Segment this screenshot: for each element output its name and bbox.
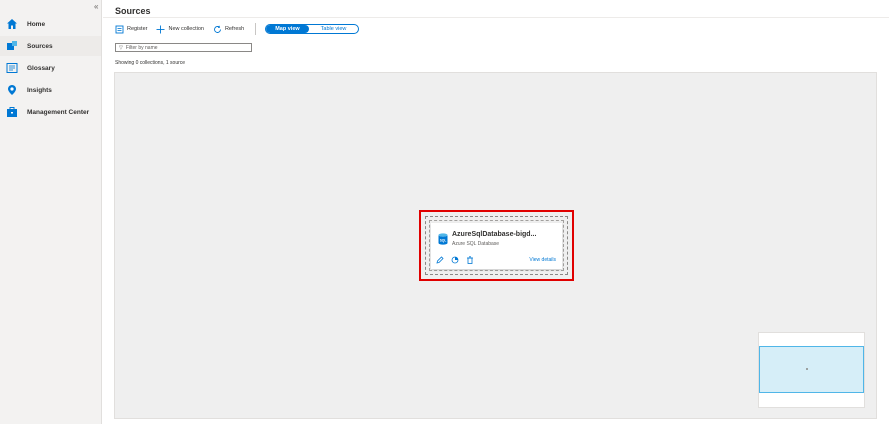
- sidebar-item-label: Insights: [27, 86, 52, 94]
- sidebar-item-sources[interactable]: Sources: [0, 36, 101, 56]
- refresh-button[interactable]: Refresh: [213, 25, 244, 34]
- map-canvas[interactable]: SQL AzureSqlDatabase-bigd... Azure SQL D…: [114, 72, 877, 419]
- toolbar-separator: [255, 23, 257, 35]
- table-view-button[interactable]: Table view: [309, 25, 359, 33]
- register-icon: [115, 25, 124, 34]
- scan-icon[interactable]: [451, 256, 459, 264]
- glossary-icon: [6, 62, 18, 74]
- register-button[interactable]: Register: [115, 25, 147, 34]
- highlight-box: SQL AzureSqlDatabase-bigd... Azure SQL D…: [419, 210, 574, 281]
- filter-placeholder: Filter by name: [125, 44, 158, 51]
- sidebar: « Home Sources Glossary Insights Managem…: [0, 0, 102, 424]
- sql-database-icon: SQL: [438, 232, 448, 245]
- filter-icon: ▽: [119, 44, 123, 51]
- map-view-button[interactable]: Map view: [266, 25, 309, 33]
- refresh-icon: [213, 25, 222, 34]
- sidebar-item-label: Sources: [27, 42, 53, 50]
- minimap[interactable]: [758, 332, 865, 408]
- source-card-actions: [436, 256, 481, 264]
- sidebar-item-glossary[interactable]: Glossary: [0, 58, 101, 78]
- source-card[interactable]: SQL AzureSqlDatabase-bigd... Azure SQL D…: [431, 223, 562, 269]
- results-count: Showing 0 collections, 1 source: [115, 60, 186, 66]
- insights-icon: [6, 84, 18, 96]
- title-divider: [103, 17, 889, 18]
- home-icon: [6, 18, 18, 30]
- minimap-source-marker: [806, 368, 808, 370]
- page-title: Sources: [115, 6, 151, 16]
- collection-boundary: SQL AzureSqlDatabase-bigd... Azure SQL D…: [425, 216, 568, 275]
- sidebar-item-label: Home: [27, 20, 46, 28]
- source-card-subtitle: Azure SQL Database: [452, 241, 500, 247]
- edit-icon[interactable]: [436, 256, 444, 264]
- sidebar-item-home[interactable]: Home: [0, 14, 101, 34]
- collapse-sidebar-icon[interactable]: «: [94, 2, 98, 11]
- sidebar-item-management-center[interactable]: Management Center: [0, 102, 101, 122]
- plus-icon: [156, 25, 165, 34]
- source-card-title: AzureSqlDatabase-bigd...: [452, 231, 537, 238]
- register-label: Register: [127, 26, 148, 32]
- refresh-label: Refresh: [224, 26, 245, 32]
- management-center-icon: [6, 106, 18, 118]
- sidebar-item-insights[interactable]: Insights: [0, 80, 101, 100]
- filter-input[interactable]: ▽ Filter by name: [115, 43, 252, 52]
- minimap-viewport[interactable]: [759, 346, 864, 393]
- new-collection-button[interactable]: New collection: [156, 25, 204, 34]
- sidebar-item-label: Management Center: [27, 108, 90, 116]
- svg-text:SQL: SQL: [440, 239, 447, 243]
- view-toggle: Map view Table view: [265, 24, 360, 34]
- toolbar: Register New collection Refresh Map view…: [115, 22, 360, 36]
- sources-icon: [6, 40, 18, 52]
- view-details-link[interactable]: View details: [529, 257, 556, 263]
- delete-icon[interactable]: [466, 256, 474, 264]
- main-content: Sources Register New collection Refresh …: [103, 0, 889, 424]
- sidebar-item-label: Glossary: [27, 64, 55, 72]
- new-collection-label: New collection: [168, 26, 204, 32]
